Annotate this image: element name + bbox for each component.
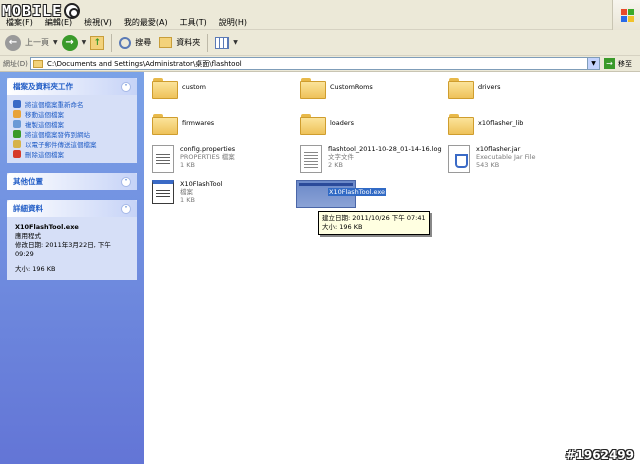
folder-icon: [448, 114, 474, 135]
menu-view[interactable]: 檢視(V): [84, 17, 112, 28]
toolbar: ← 上一頁 ▼ → ▼ ↑ 搜尋 資料夾 ▼: [0, 30, 640, 56]
folder-item[interactable]: CustomRoms: [300, 78, 373, 99]
text-file-icon: [300, 145, 322, 173]
search-icon[interactable]: [119, 36, 132, 49]
folder-icon: [300, 114, 326, 135]
up-folder-icon[interactable]: ↑: [90, 35, 105, 50]
selected-file-name[interactable]: X10FlashTool.exe: [328, 188, 386, 196]
task-pane: 檔案及資料夾工作 ˄ 將這個檔案重新命名 移動這個檔案 複製這個檔案將這個檔案發佈到…: [0, 72, 144, 464]
file-tasks-box: 檔案及資料夾工作 ˄ 將這個檔案重新命名 移動這個檔案 複製這個檔案將這個檔案發佈到…: [7, 78, 137, 163]
details-modified-time: 09:29: [15, 250, 34, 258]
folder-item[interactable]: loaders: [300, 114, 354, 135]
task-icon: [13, 100, 21, 108]
views-icon[interactable]: [215, 36, 230, 49]
details-content: X10FlashTool.exe 應用程式 修改日期: 2011年3月22日, …: [7, 217, 137, 280]
task-icon: [13, 140, 21, 148]
task-label: 將這個檔案發佈到網站: [25, 131, 90, 139]
task-icon: [13, 120, 21, 128]
views-dropdown-icon[interactable]: ▼: [233, 39, 238, 46]
task-label: 刪除這個檔案: [25, 151, 64, 159]
watermark: #1962499: [565, 448, 634, 462]
toolbar-separator: [207, 33, 209, 52]
task-label: 將這個檔案重新命名: [25, 101, 84, 109]
task-label: 以電子郵件傳送這個檔案: [25, 141, 97, 149]
address-label: 網址(D): [3, 59, 28, 68]
expand-chevron-icon[interactable]: ˅: [121, 176, 131, 187]
windows-logo-icon: [612, 0, 640, 30]
folder-icon: [152, 78, 178, 99]
menu-bar: MOBILE 檔案(F) 編輯(E) 檢視(V) 我的最愛(A) 工具(T) 說…: [0, 0, 640, 30]
folder-icon: [152, 114, 178, 135]
task-icon: [13, 110, 21, 118]
back-arrow-icon[interactable]: ←: [5, 34, 21, 51]
task-item[interactable]: 將這個檔案重新命名: [13, 99, 131, 109]
toolbar-separator: [111, 33, 113, 52]
forward-button[interactable]: →: [61, 34, 78, 51]
other-places-box: 其他位置 ˅: [7, 173, 137, 190]
collapse-chevron-icon[interactable]: ˄: [121, 203, 131, 214]
details-type: 應用程式: [15, 232, 41, 240]
folders-button[interactable]: 資料夾: [176, 37, 200, 48]
file-tooltip: 建立日期: 2011/10/26 下午 07:41 大小: 196 KB: [318, 211, 430, 235]
java-jar-icon: [448, 145, 470, 173]
details-size: 大小: 196 KB: [15, 265, 56, 273]
go-button[interactable]: 移至: [618, 59, 632, 69]
other-places-header[interactable]: 其他位置 ˅: [7, 173, 137, 190]
details-filename: X10FlashTool.exe: [15, 223, 79, 231]
details-box: 詳細資料 ˄ X10FlashTool.exe 應用程式 修改日期: 2011年…: [7, 200, 137, 280]
menu-help[interactable]: 說明(H): [219, 17, 247, 28]
task-item[interactable]: 複製這個檔案: [13, 119, 131, 129]
details-modified: 修改日期: 2011年3月22日, 下午: [15, 241, 111, 249]
file-tasks-header[interactable]: 檔案及資料夾工作 ˄: [7, 78, 137, 95]
back-dropdown-icon[interactable]: ▼: [53, 39, 58, 46]
folder-item[interactable]: drivers: [448, 78, 501, 99]
folder-icon: [300, 78, 326, 99]
address-bar: 網址(D) C:\Documents and Settings\Administ…: [0, 56, 640, 72]
task-item[interactable]: 以電子郵件傳送這個檔案: [13, 139, 131, 149]
menu-items: 檔案(F) 編輯(E) 檢視(V) 我的最愛(A) 工具(T) 說明(H): [6, 17, 247, 28]
address-path[interactable]: C:\Documents and Settings\Administrator\…: [47, 59, 242, 69]
folder-icon: [33, 59, 43, 68]
file-list: custom CustomRoms drivers firmwares load…: [144, 72, 640, 464]
task-item[interactable]: 刪除這個檔案: [13, 149, 131, 159]
task-list: 將這個檔案重新命名 移動這個檔案 複製這個檔案將這個檔案發佈到網站 以電子郵件傳送這個…: [7, 95, 137, 163]
menu-favorites[interactable]: 我的最愛(A): [124, 17, 168, 28]
folder-item[interactable]: custom: [152, 78, 206, 99]
folder-item[interactable]: x10flasher_lib: [448, 114, 523, 135]
file-item[interactable]: x10flasher.jar Executable Jar File 543 K…: [448, 145, 536, 173]
go-arrow-icon[interactable]: →: [604, 58, 615, 69]
task-item[interactable]: 將這個檔案發佈到網站: [13, 129, 131, 139]
config-file-icon: [152, 145, 174, 173]
file-item[interactable]: flashtool_2011-10-28_01-14-16.log 文字文件 2…: [300, 145, 442, 173]
menu-edit[interactable]: 編輯(E): [45, 17, 72, 28]
task-label: 複製這個檔案: [25, 121, 64, 129]
address-dropdown-icon[interactable]: ▼: [587, 58, 599, 69]
folder-icon: [448, 78, 474, 99]
search-button[interactable]: 搜尋: [135, 37, 151, 48]
back-button[interactable]: 上一頁: [25, 37, 49, 48]
task-item[interactable]: 移動這個檔案: [13, 109, 131, 119]
details-header[interactable]: 詳細資料 ˄: [7, 200, 137, 217]
file-item[interactable]: X10FlashTool 檔案 1 KB: [152, 180, 222, 204]
folder-item[interactable]: firmwares: [152, 114, 214, 135]
task-icon: [13, 150, 21, 158]
application-window-icon: [152, 180, 174, 204]
folders-icon[interactable]: [159, 37, 173, 48]
file-item[interactable]: config.properties PROPERTIES 檔案 1 KB: [152, 145, 235, 173]
selected-file-item[interactable]: X10FlashTool.exe: [296, 180, 386, 208]
menu-tools[interactable]: 工具(T): [180, 17, 207, 28]
task-label: 移動這個檔案: [25, 111, 64, 119]
address-field[interactable]: C:\Documents and Settings\Administrator\…: [30, 57, 600, 70]
task-icon: [13, 130, 21, 138]
menu-file[interactable]: 檔案(F): [6, 17, 33, 28]
forward-dropdown-icon[interactable]: ▼: [82, 39, 87, 46]
collapse-chevron-icon[interactable]: ˄: [121, 81, 131, 92]
